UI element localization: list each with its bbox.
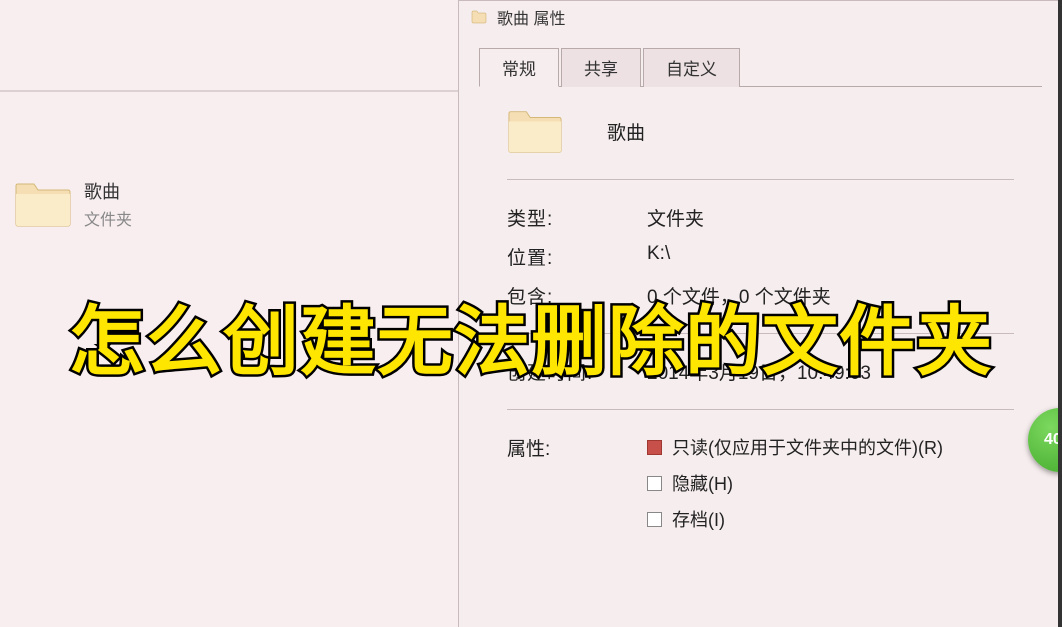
- attribute-checkboxes: 只读(仅应用于文件夹中的文件)(R) 隐藏(H) 存档(I): [647, 434, 943, 532]
- location-label: 位置:: [507, 243, 647, 270]
- separator: [507, 179, 1014, 180]
- folder-icon: [507, 107, 563, 155]
- folder-item[interactable]: 歌曲 文件夹: [14, 178, 132, 230]
- folder-name: 歌曲: [84, 178, 132, 204]
- type-value: 文件夹: [647, 204, 1014, 231]
- readonly-label: 只读(仅应用于文件夹中的文件)(R): [672, 434, 943, 460]
- right-border: [1058, 0, 1062, 627]
- overlay-title: 怎么创建无法删除的文件夹: [69, 280, 993, 390]
- archive-label: 存档(I): [672, 506, 725, 532]
- folder-type: 文件夹: [84, 206, 132, 230]
- window-title: 歌曲 属性: [497, 5, 565, 29]
- archive-row[interactable]: 存档(I): [647, 506, 943, 532]
- hidden-label: 隐藏(H): [672, 470, 733, 496]
- archive-checkbox[interactable]: [647, 512, 662, 527]
- folder-name-input[interactable]: [607, 120, 807, 142]
- tab-general[interactable]: 常规: [479, 48, 559, 87]
- readonly-row[interactable]: 只读(仅应用于文件夹中的文件)(R): [647, 434, 943, 460]
- explorer-divider: [0, 90, 460, 92]
- attributes-label: 属性:: [507, 434, 647, 532]
- tabs-bar: 常规 共享 自定义: [479, 47, 1042, 87]
- attributes-section: 属性: 只读(仅应用于文件夹中的文件)(R) 隐藏(H) 存档(I): [507, 428, 1014, 532]
- location-row: 位置: K:\: [507, 237, 1014, 276]
- folder-icon: [14, 180, 72, 228]
- separator: [507, 409, 1014, 410]
- hidden-checkbox[interactable]: [647, 476, 662, 491]
- folder-text-block: 歌曲 文件夹: [84, 178, 132, 230]
- type-row: 类型: 文件夹: [507, 198, 1014, 237]
- type-label: 类型:: [507, 204, 647, 231]
- readonly-checkbox[interactable]: [647, 440, 662, 455]
- location-value: K:\: [647, 243, 1014, 270]
- hidden-row[interactable]: 隐藏(H): [647, 470, 943, 496]
- folder-icon: [471, 10, 487, 24]
- tab-customize[interactable]: 自定义: [643, 48, 740, 87]
- window-title-bar[interactable]: 歌曲 属性: [459, 1, 1062, 33]
- tab-sharing[interactable]: 共享: [561, 48, 641, 87]
- name-row: [507, 107, 1014, 155]
